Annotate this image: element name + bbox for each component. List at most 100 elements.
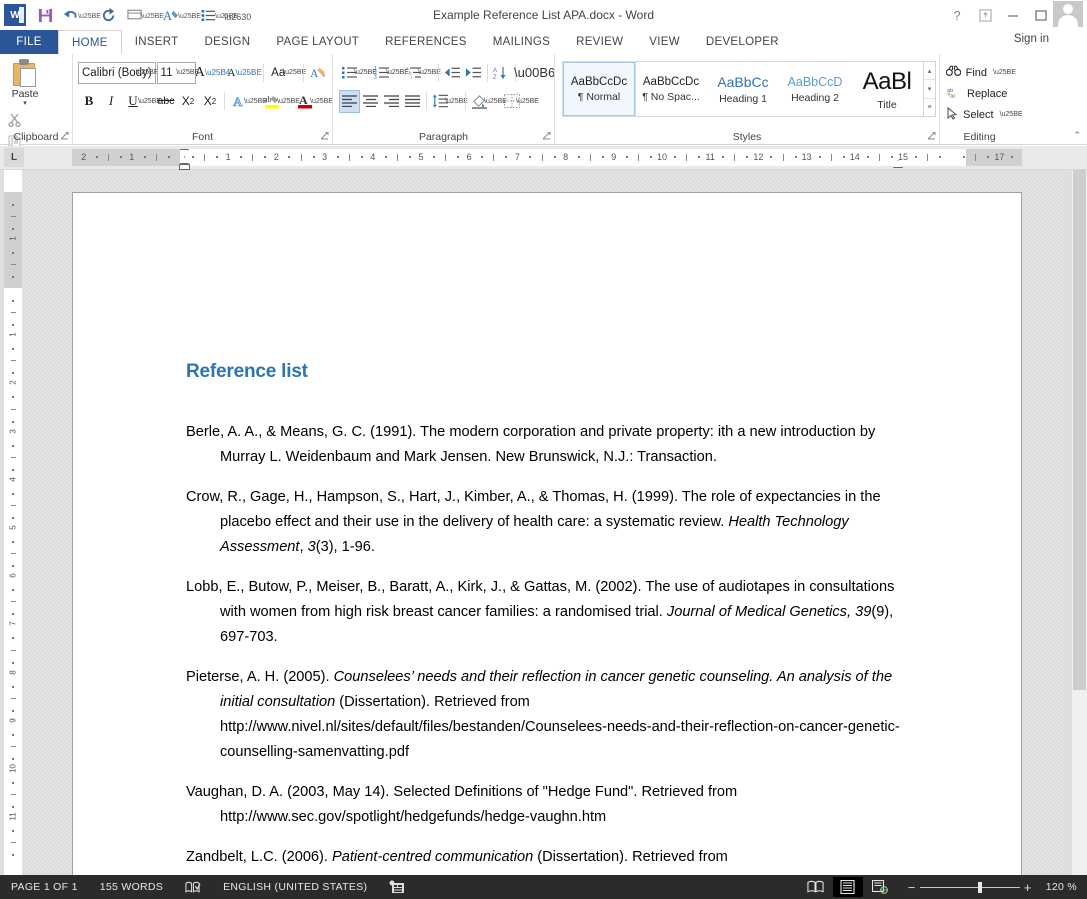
paste-button[interactable]: Paste ▾ bbox=[3, 59, 47, 107]
justify-button[interactable] bbox=[402, 90, 423, 113]
cut-button[interactable] bbox=[3, 109, 27, 131]
font-name-combo[interactable]: Calibri (Body) \u25BE bbox=[78, 62, 156, 84]
font-size-combo[interactable]: 11 \u25BE bbox=[157, 62, 197, 84]
strikethrough-button[interactable]: abc bbox=[155, 90, 177, 112]
vertical-scrollbar[interactable] bbox=[1071, 170, 1087, 875]
text-effects-dropdown-icon[interactable]: \u25BE bbox=[250, 98, 261, 105]
multilevel-dropdown-icon[interactable]: \u25BE bbox=[424, 69, 435, 76]
paragraph-dialog-launcher[interactable] bbox=[543, 132, 551, 142]
tab-insert[interactable]: INSERT bbox=[122, 30, 192, 54]
ruler-quarter-tick bbox=[12, 445, 14, 447]
font-dialog-launcher[interactable] bbox=[321, 132, 329, 142]
zoom-slider[interactable]: − + bbox=[904, 880, 1036, 895]
tab-design[interactable]: DESIGN bbox=[191, 30, 263, 54]
page-indicator[interactable]: PAGE 1 OF 1 bbox=[0, 875, 89, 899]
change-case-dropdown-icon[interactable]: \u25BE bbox=[289, 69, 300, 76]
style-item-heading-2[interactable]: AaBbCcD Heading 2 bbox=[779, 62, 851, 116]
replace-button[interactable]: abac Replace bbox=[946, 83, 1016, 104]
clear-formatting-button[interactable]: A bbox=[307, 62, 329, 84]
maximize-button[interactable] bbox=[1027, 2, 1055, 28]
horizontal-ruler[interactable]: 2112345678910111213141517 bbox=[72, 149, 1022, 166]
tab-stop-selector[interactable]: L bbox=[4, 148, 24, 167]
italic-button[interactable]: I bbox=[100, 90, 122, 112]
ruler-tick-label: 2 bbox=[9, 374, 18, 392]
zoom-thumb[interactable] bbox=[978, 882, 982, 893]
styles-scroll-down-icon[interactable]: ▾ bbox=[924, 80, 935, 98]
vertical-ruler[interactable]: 11234567891011 bbox=[4, 170, 22, 875]
zoom-out-button[interactable]: − bbox=[904, 880, 920, 895]
web-layout-button[interactable] bbox=[865, 877, 895, 897]
show-formatting-marks-button[interactable]: \u00B6 bbox=[518, 61, 551, 84]
numbering-dropdown-icon[interactable]: \u25BE bbox=[392, 69, 403, 76]
read-mode-button[interactable] bbox=[801, 877, 831, 897]
tab-mailings[interactable]: MAILINGS bbox=[480, 30, 563, 54]
styles-dialog-launcher[interactable] bbox=[928, 132, 936, 142]
sort-button[interactable]: AZ bbox=[491, 61, 512, 84]
align-center-button[interactable] bbox=[360, 90, 381, 113]
document-page[interactable]: Reference list Berle, A. A., & Means, G.… bbox=[72, 192, 1022, 892]
tab-home[interactable]: HOME bbox=[58, 30, 122, 54]
font-color-dropdown-icon[interactable]: \u25BE bbox=[316, 98, 327, 105]
font-size-dropdown-icon[interactable]: \u25BE bbox=[180, 63, 195, 83]
qat-table-dropdown-icon[interactable]: \u25BE bbox=[147, 2, 158, 28]
select-dropdown-icon[interactable]: \u25BE bbox=[1000, 111, 1023, 118]
find-dropdown-icon[interactable]: \u25BE bbox=[993, 69, 1016, 76]
styles-more-icon[interactable]: ≡ bbox=[924, 99, 935, 116]
bullets-dropdown-icon[interactable]: \u25BE bbox=[360, 69, 371, 76]
print-layout-button[interactable] bbox=[833, 877, 863, 897]
superscript-button[interactable]: X2 bbox=[199, 90, 221, 112]
shading-dropdown-icon[interactable]: \u25BE bbox=[490, 98, 501, 105]
ribbon-group-editing: Find \u25BE abac Replace Select \u25BE E… bbox=[939, 54, 1019, 145]
align-right-button[interactable] bbox=[381, 90, 402, 113]
document-body[interactable]: Reference list Berle, A. A., & Means, G.… bbox=[186, 361, 916, 899]
zoom-in-button[interactable]: + bbox=[1020, 880, 1036, 895]
decrease-indent-button[interactable] bbox=[442, 61, 463, 84]
tab-view[interactable]: VIEW bbox=[636, 30, 693, 54]
qat-save-button[interactable] bbox=[32, 2, 58, 28]
scrollbar-thumb[interactable] bbox=[1073, 170, 1086, 690]
style-item-title[interactable]: AaBl Title bbox=[851, 62, 923, 116]
select-button[interactable]: Select \u25BE bbox=[946, 104, 1016, 125]
style-item-heading-1[interactable]: AaBbCс Heading 1 bbox=[707, 62, 779, 116]
tab-review[interactable]: REVIEW bbox=[563, 30, 636, 54]
align-left-button[interactable] bbox=[339, 90, 360, 113]
style-item-normal[interactable]: AaBbCcDc ¶ Normal bbox=[563, 62, 635, 116]
tab-references[interactable]: REFERENCES bbox=[372, 30, 480, 54]
ribbon-display-options-button[interactable] bbox=[971, 2, 999, 28]
bold-button[interactable]: B bbox=[78, 90, 100, 112]
macro-record-icon[interactable] bbox=[378, 875, 416, 899]
replace-icon: abac bbox=[946, 86, 963, 102]
zoom-level[interactable]: 120 % bbox=[1040, 881, 1087, 893]
grow-font-button[interactable]: A\u25B4 bbox=[196, 62, 229, 84]
user-avatar[interactable] bbox=[1053, 1, 1083, 27]
zoom-track[interactable] bbox=[920, 887, 1020, 888]
styles-scroll-up-icon[interactable]: ▴ bbox=[924, 62, 935, 80]
tab-developer[interactable]: DEVELOPER bbox=[693, 30, 792, 54]
qat-painter-dropdown-icon[interactable]: \u25BE bbox=[184, 2, 195, 28]
line-spacing-dropdown-icon[interactable]: \u25BE bbox=[451, 98, 462, 105]
qat-customize-icon[interactable]: \u2630 bbox=[232, 2, 243, 28]
clipboard-dialog-launcher[interactable] bbox=[61, 132, 69, 142]
help-button[interactable]: ? bbox=[943, 2, 971, 28]
word-count[interactable]: 155 WORDS bbox=[89, 875, 174, 899]
underline-dropdown-icon[interactable]: \u25BE bbox=[144, 98, 155, 105]
collapse-ribbon-button[interactable]: ⌃ bbox=[1073, 130, 1081, 141]
qat-redo-button[interactable] bbox=[95, 2, 121, 28]
ruler-quarter-tick bbox=[120, 156, 122, 158]
style-item-no-spacing[interactable]: AaBbCcDc ¶ No Spac... bbox=[635, 62, 707, 116]
paste-dropdown-icon[interactable]: ▾ bbox=[23, 100, 27, 107]
tab-page-layout[interactable]: PAGE LAYOUT bbox=[263, 30, 372, 54]
increase-indent-button[interactable] bbox=[463, 61, 484, 84]
tab-file[interactable]: FILE bbox=[0, 30, 58, 54]
shrink-font-button[interactable]: A\u25BE bbox=[229, 62, 261, 84]
proofing-errors-icon[interactable] bbox=[174, 875, 212, 899]
language-indicator[interactable]: ENGLISH (UNITED STATES) bbox=[212, 875, 378, 899]
minimize-button[interactable] bbox=[999, 2, 1027, 28]
borders-dropdown-icon[interactable]: \u25BE bbox=[522, 98, 533, 105]
sign-in-link[interactable]: Sign in bbox=[1014, 33, 1049, 45]
subscript-button[interactable]: X2 bbox=[177, 90, 199, 112]
find-button[interactable]: Find \u25BE bbox=[946, 62, 1016, 83]
qat-undo-dropdown-icon[interactable]: \u25BE bbox=[84, 2, 95, 28]
font-name-dropdown-icon[interactable]: \u25BE bbox=[140, 63, 155, 83]
highlight-dropdown-icon[interactable]: \u25BE bbox=[283, 98, 294, 105]
